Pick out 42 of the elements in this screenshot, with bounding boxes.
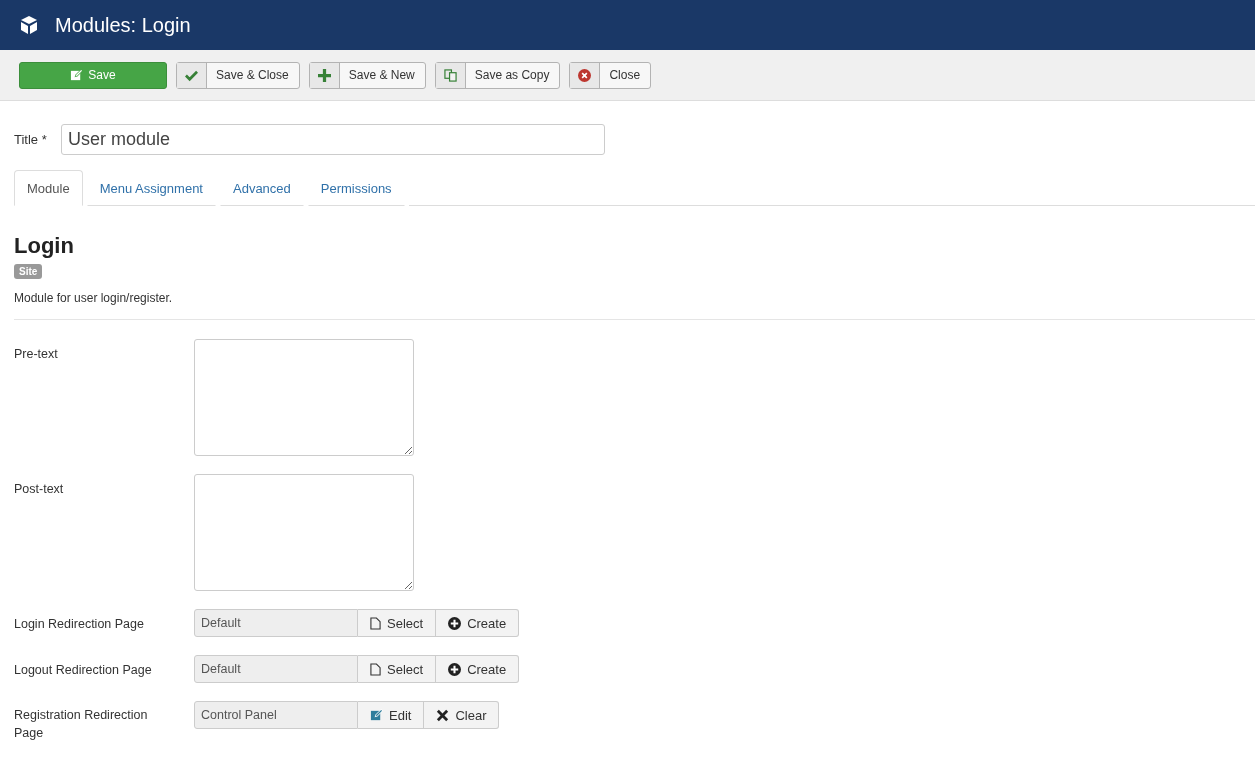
- field-button[interactable]: Create: [436, 655, 520, 683]
- check-icon: [185, 68, 198, 82]
- plus-circle-icon: [448, 616, 462, 630]
- field-button[interactable]: Create: [436, 609, 520, 637]
- plus-circle-icon: [448, 662, 462, 676]
- field-label: Pre-text: [14, 346, 59, 363]
- field-label: Post-text: [14, 481, 65, 498]
- tab[interactable]: Permissions: [307, 170, 405, 206]
- field-button[interactable]: Select: [358, 655, 437, 683]
- page-title: Modules: Login: [55, 13, 191, 37]
- tab[interactable]: Menu Assignment: [86, 170, 216, 206]
- site-badge: Site: [14, 264, 43, 279]
- toolbar-button[interactable]: Close: [569, 61, 652, 89]
- clear-icon: [436, 708, 450, 722]
- field-label: Login Redirection Page: [14, 616, 145, 633]
- tab[interactable]: Advanced: [220, 170, 304, 206]
- field-button[interactable]: Select: [358, 609, 437, 637]
- tab[interactable]: Module: [14, 170, 83, 206]
- text-area[interactable]: [194, 339, 414, 456]
- field-label: Logout Redirection Page: [14, 662, 153, 679]
- edit-icon: [370, 708, 383, 722]
- toolbar-button[interactable]: Save & New: [308, 61, 426, 89]
- field-button[interactable]: Edit: [358, 701, 425, 729]
- module-heading: Login: [14, 233, 75, 259]
- page-field[interactable]: Control Panel: [194, 701, 358, 729]
- module-description: Module for user login/register.: [14, 291, 174, 305]
- copy-icon: [443, 68, 457, 82]
- file-icon: [370, 662, 381, 676]
- title-field[interactable]: User module: [61, 124, 605, 155]
- page-field[interactable]: Default: [194, 609, 358, 637]
- plus-icon: [317, 68, 331, 82]
- toolbar-button[interactable]: Save & Close: [176, 61, 300, 89]
- cancel-icon: [578, 68, 592, 82]
- toolbar-button[interactable]: Save as Copy: [434, 61, 561, 89]
- page-field[interactable]: Default: [194, 655, 358, 683]
- cube-icon: [19, 15, 39, 35]
- field-label: Registration Redirection Page: [14, 707, 149, 742]
- text-area[interactable]: [194, 474, 414, 591]
- field-button[interactable]: Clear: [424, 701, 500, 729]
- title-label: Title *: [14, 131, 48, 147]
- file-icon: [370, 616, 381, 630]
- edit-icon: [70, 68, 84, 82]
